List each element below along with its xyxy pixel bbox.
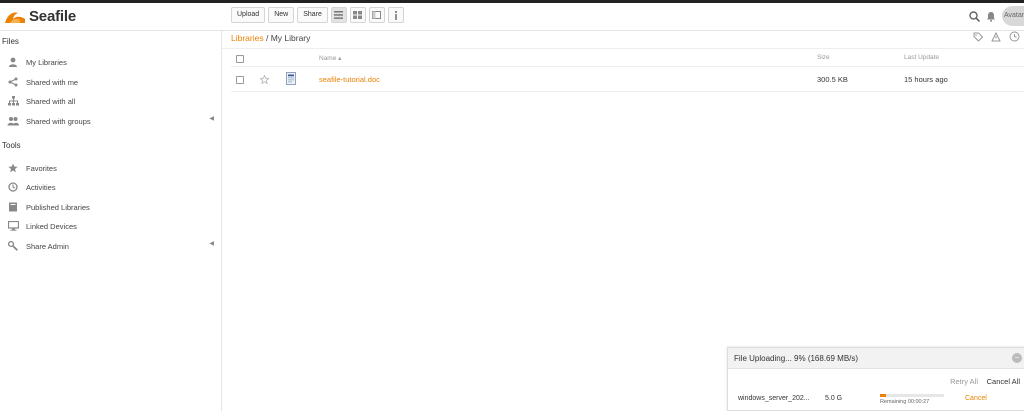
collapse-caret-icon[interactable]: ◀ xyxy=(209,115,214,122)
book-icon xyxy=(6,201,20,213)
upload-status-title: File Uploading... 9% (168.69 MB/s) xyxy=(734,354,859,363)
sidebar-item-label: Share Admin xyxy=(26,241,69,251)
seafile-logo-icon xyxy=(5,12,25,23)
org-icon xyxy=(6,95,20,107)
retry-all-button[interactable]: Retry All xyxy=(950,377,978,386)
info-icon[interactable] xyxy=(387,7,404,23)
map-view-icon[interactable] xyxy=(368,7,385,23)
star-icon xyxy=(6,162,20,174)
sidebar-item-label: Published Libraries xyxy=(26,202,90,212)
history-icon[interactable] xyxy=(991,31,1001,42)
file-name-link[interactable]: seafile-tutorial.doc xyxy=(319,75,380,84)
column-header-last-update[interactable]: Last Update xyxy=(904,54,939,61)
wrench-icon xyxy=(6,240,20,252)
file-toolbar: Upload New Share xyxy=(231,7,404,23)
header-actions: Avatar xyxy=(969,6,1024,26)
sidebar-item-label: Shared with groups xyxy=(26,116,91,126)
list-view-icon[interactable] xyxy=(330,7,347,23)
share-icon xyxy=(6,76,20,88)
files-section-title: Files xyxy=(2,37,19,46)
sidebar: Files My Libraries Shared with me Shared… xyxy=(0,31,222,411)
sidebar-item-linked-devices[interactable]: Linked Devices xyxy=(6,219,218,233)
upload-file-size: 5.0 G xyxy=(825,395,843,402)
window-top-bar xyxy=(0,0,1024,3)
sidebar-item-published-libraries[interactable]: Published Libraries xyxy=(6,200,218,214)
divider xyxy=(222,48,1024,49)
search-icon[interactable] xyxy=(969,10,980,22)
upload-file-name: windows_server_202... xyxy=(738,395,810,402)
upload-progress-bar xyxy=(880,394,944,397)
group-icon xyxy=(6,115,20,127)
cancel-all-button[interactable]: Cancel All xyxy=(987,377,1020,386)
notification-bell-icon[interactable] xyxy=(986,11,996,22)
row-checkbox[interactable] xyxy=(236,76,244,84)
sidebar-item-label: Favorites xyxy=(26,163,57,173)
clock-icon xyxy=(6,181,20,193)
sidebar-item-shared-with-all[interactable]: Shared with all xyxy=(6,94,218,108)
upload-progress-panel: File Uploading... 9% (168.69 MB/s) − Ret… xyxy=(727,347,1024,411)
breadcrumb-current: My Library xyxy=(270,33,311,43)
library-actions xyxy=(973,31,1020,42)
user-icon xyxy=(6,56,20,68)
column-header-size[interactable]: Size xyxy=(817,54,830,61)
sidebar-item-shared-with-me[interactable]: Shared with me xyxy=(6,75,218,89)
sidebar-item-shared-with-groups[interactable]: Shared with groups ◀ xyxy=(6,114,218,128)
upload-remaining-time: Remaining 00:00:27 xyxy=(880,399,930,405)
upload-panel-header: File Uploading... 9% (168.69 MB/s) − xyxy=(728,348,1024,369)
sidebar-item-my-libraries[interactable]: My Libraries xyxy=(6,55,218,69)
sidebar-item-label: Shared with me xyxy=(26,77,79,87)
upload-button[interactable]: Upload xyxy=(231,7,266,23)
divider xyxy=(231,91,1024,92)
seafile-logo[interactable]: Seafile xyxy=(4,7,76,25)
avatar[interactable]: Avatar xyxy=(1002,6,1024,26)
breadcrumb-libraries-link[interactable]: Libraries xyxy=(231,33,264,43)
breadcrumb: Libraries / My Library xyxy=(231,33,310,43)
sidebar-item-label: Linked Devices xyxy=(26,221,77,231)
divider xyxy=(231,66,1024,67)
sidebar-item-share-admin[interactable]: Share Admin ◀ xyxy=(6,239,218,253)
tag-icon[interactable] xyxy=(973,32,983,42)
minimize-icon[interactable]: − xyxy=(1012,353,1022,363)
monitor-icon xyxy=(6,220,20,232)
new-button[interactable]: New xyxy=(268,7,295,23)
trash-clock-icon[interactable] xyxy=(1009,31,1020,42)
select-all-checkbox[interactable] xyxy=(236,55,244,63)
upload-progress-fill xyxy=(880,394,886,397)
sidebar-item-label: Activities xyxy=(26,182,56,192)
breadcrumb-separator: / xyxy=(263,33,271,43)
share-button[interactable]: Share xyxy=(297,7,328,23)
sidebar-item-activities[interactable]: Activities xyxy=(6,180,218,194)
document-icon xyxy=(286,72,296,85)
sidebar-item-favorites[interactable]: Favorites xyxy=(6,161,218,175)
brand-name: Seafile xyxy=(29,7,76,25)
sidebar-item-label: Shared with all xyxy=(26,96,76,106)
top-header: Seafile Upload New Share Avatar xyxy=(0,0,1024,31)
file-last-update: 15 hours ago xyxy=(904,75,948,84)
star-outline-icon[interactable] xyxy=(260,75,269,84)
grid-view-icon[interactable] xyxy=(349,7,366,23)
file-size: 300.5 KB xyxy=(817,75,848,84)
column-header-name[interactable]: Name ▴ xyxy=(319,54,341,62)
sidebar-item-label: My Libraries xyxy=(26,57,67,67)
collapse-caret-icon[interactable]: ◀ xyxy=(209,240,214,247)
cancel-upload-button[interactable]: Cancel xyxy=(965,395,987,402)
tools-section-title: Tools xyxy=(2,141,21,150)
